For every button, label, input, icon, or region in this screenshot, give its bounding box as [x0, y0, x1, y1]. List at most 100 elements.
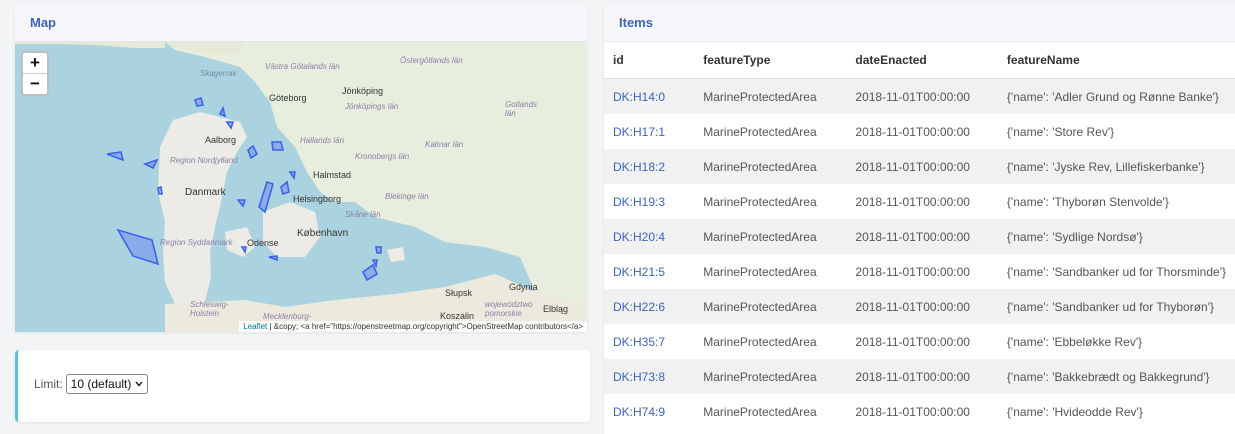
map-label-syddanmark: Region Syddanmark	[160, 238, 233, 247]
cell-dateenacted: 2018-11-01T00:00:00	[846, 219, 998, 254]
table-row: DK:H21:5 MarineProtectedArea 2018-11-01T00…	[604, 254, 1235, 289]
map-label-odense: Odense	[247, 238, 279, 248]
zoom-out-button[interactable]: −	[23, 73, 47, 94]
table-row: DK:H74:9 MarineProtectedArea 2018-11-01T00…	[604, 394, 1235, 429]
cell-featuretype: MarineProtectedArea	[703, 264, 817, 279]
map-label-hallands: Hallands län	[300, 136, 345, 145]
cell-dateenacted: 2018-11-01T00:00:00	[855, 334, 970, 349]
attribution-text: | &copy; <a href="https://openstreetmap.…	[267, 322, 584, 331]
cell-featuretype: MarineProtectedArea	[703, 334, 817, 349]
map-label-jonkoping: Jönköping	[342, 86, 384, 96]
chevron-down-icon	[135, 381, 143, 387]
item-id-link[interactable]: DK:H22:6	[613, 300, 665, 314]
map-attribution: Leaflet | &copy; <a href="https://openst…	[239, 321, 587, 332]
map-label-schleswig: Schleswig-Holstein	[190, 300, 229, 318]
item-id-link[interactable]: DK:H19:3	[613, 195, 665, 209]
cell-id: DK:H17:1	[604, 114, 694, 149]
cell-id: DK:H74:9	[604, 394, 694, 429]
map-label-aalborg: Aalborg	[205, 135, 237, 145]
cell-featurename: {'name': 'Sandbanker ud for Thorsminde'}	[1006, 264, 1226, 279]
zoom-control: + −	[21, 51, 49, 96]
cell-featuretype: MarineProtectedArea	[694, 149, 847, 184]
map-label-elblag: Elbląg	[543, 304, 569, 314]
table-row: DK:H35:7 MarineProtectedArea 2018-11-01T00…	[604, 324, 1235, 359]
cell-featuretype: MarineProtectedArea	[703, 124, 817, 139]
item-id-link[interactable]: DK:H73:8	[613, 370, 665, 384]
table-row: DK:H20:4 MarineProtectedArea 2018-11-01T00…	[604, 219, 1235, 254]
item-id-link[interactable]: DK:H21:5	[613, 265, 665, 279]
items-card: Items id featureType dateEnacted feature…	[604, 5, 1235, 434]
cell-featuretype: MarineProtectedArea	[694, 78, 847, 114]
column-header-featurename[interactable]: featureName	[997, 42, 1235, 79]
map-label-ostergotland: Östergötlands län	[400, 56, 463, 65]
table-row: DK:H14:0 MarineProtectedArea 2018-11-01T00…	[604, 78, 1235, 114]
items-table: id featureType dateEnacted featureName D…	[604, 42, 1235, 429]
cell-dateenacted: 2018-11-01T00:00:00	[855, 194, 970, 209]
cell-dateenacted: 2018-11-01T00:00:00	[846, 289, 998, 324]
cell-id: DK:H19:3	[604, 184, 694, 219]
cell-dateenacted: 2018-11-01T00:00:00	[846, 78, 998, 114]
limit-card: Limit: 10 (default)	[15, 350, 590, 422]
cell-featurename: {'name': 'Ebbeløkke Rev'}	[1006, 334, 1143, 349]
map-label-slupsk: Słupsk	[445, 288, 473, 298]
map-label-kobenhavn: København	[297, 228, 349, 239]
map-label-pomorskie: województwo pomorskie	[485, 300, 533, 318]
cell-dateenacted: 2018-11-01T00:00:00	[855, 264, 970, 279]
cell-id: DK:H14:0	[604, 78, 695, 114]
cell-featurename: {'name': 'Store Rev'}	[1006, 124, 1115, 139]
map-label-halmstad: Halmstad	[313, 170, 352, 180]
map-label-nordjylland: Region Nordjylland	[170, 156, 238, 165]
item-id-link[interactable]: DK:H20:4	[613, 230, 665, 244]
map-label-blekinge: Blekinge län	[385, 192, 429, 201]
item-id-link[interactable]: DK:H35:7	[613, 335, 665, 349]
map-label-jonkopings: Jönköpings län	[345, 102, 399, 111]
column-header-dateenacted[interactable]: dateEnacted	[846, 42, 998, 79]
table-row: DK:H17:1 MarineProtectedArea 2018-11-01T00…	[604, 114, 1235, 149]
item-id-link[interactable]: DK:H74:9	[613, 405, 665, 419]
limit-label: Limit:	[34, 377, 63, 391]
column-header-featuretype[interactable]: featureType	[694, 42, 847, 79]
cell-id: DK:H73:8	[604, 359, 695, 394]
cell-dateenacted: 2018-11-01T00:00:00	[855, 404, 970, 419]
column-header-id[interactable]: id	[604, 42, 695, 79]
map-label-helsingborg: Helsingborg	[293, 194, 342, 204]
cell-dateenacted: 2018-11-01T00:00:00	[846, 359, 998, 394]
table-row: DK:H22:6 MarineProtectedArea 2018-11-01T00…	[604, 289, 1235, 324]
zoom-in-button[interactable]: +	[23, 53, 47, 73]
map-label-mecklenburg: Mecklenburg-	[263, 312, 312, 321]
table-row: DK:H19:3 MarineProtectedArea 2018-11-01T00…	[604, 184, 1235, 219]
table-row: DK:H73:8 MarineProtectedArea 2018-11-01T00…	[604, 359, 1235, 394]
leaflet-link[interactable]: Leaflet	[243, 322, 267, 331]
cell-featurename: {'name': 'Hvideodde Rev'}	[1006, 404, 1143, 419]
map-card: Map Skagerrak Västra Götalands län Öster…	[15, 5, 587, 332]
cell-featurename: {'name': 'Sandbanker ud for Thyborøn'}	[997, 289, 1235, 324]
cell-featuretype: MarineProtectedArea	[694, 289, 847, 324]
map-label-gotlands: Gotlands län	[505, 100, 538, 118]
cell-id: DK:H21:5	[604, 254, 694, 289]
map-label-danmark: Danmark	[185, 187, 226, 198]
cell-featuretype: MarineProtectedArea	[694, 219, 847, 254]
cell-featurename: {'name': 'Adler Grund og Rønne Banke'}	[997, 78, 1235, 114]
map-label-skane: Skåne län	[345, 210, 381, 219]
item-id-link[interactable]: DK:H18:2	[613, 160, 665, 174]
limit-select[interactable]: 10 (default)	[65, 374, 149, 394]
cell-dateenacted: 2018-11-01T00:00:00	[855, 124, 970, 139]
cell-featurename: {'name': 'Thyborøn Stenvolde'}	[1006, 194, 1169, 209]
limit-selected-value: 10 (default)	[70, 377, 132, 391]
item-id-link[interactable]: DK:H14:0	[613, 90, 665, 104]
map-label-skagerrak: Skagerrak	[200, 69, 237, 78]
map-tiles	[15, 42, 587, 332]
items-header: Items	[604, 5, 1235, 42]
table-row: DK:H18:2 MarineProtectedArea 2018-11-01T00…	[604, 149, 1235, 184]
map-view[interactable]: Skagerrak Västra Götalands län Östergötl…	[15, 42, 587, 332]
map-label-kalmar: Kalmar län	[425, 140, 464, 149]
map-label-goteborg: Göteborg	[269, 93, 307, 103]
cell-featuretype: MarineProtectedArea	[703, 404, 817, 419]
cell-dateenacted: 2018-11-01T00:00:00	[846, 149, 998, 184]
cell-featurename: {'name': 'Sydlige Nordsø'}	[997, 219, 1235, 254]
cell-featurename: {'name': 'Bakkebrædt og Bakkegrund'}	[997, 359, 1235, 394]
item-id-link[interactable]: DK:H17:1	[613, 125, 665, 139]
map-label-gdynia: Gdynia	[509, 282, 538, 292]
map-header: Map	[15, 5, 587, 42]
cell-id: DK:H35:7	[604, 324, 694, 359]
